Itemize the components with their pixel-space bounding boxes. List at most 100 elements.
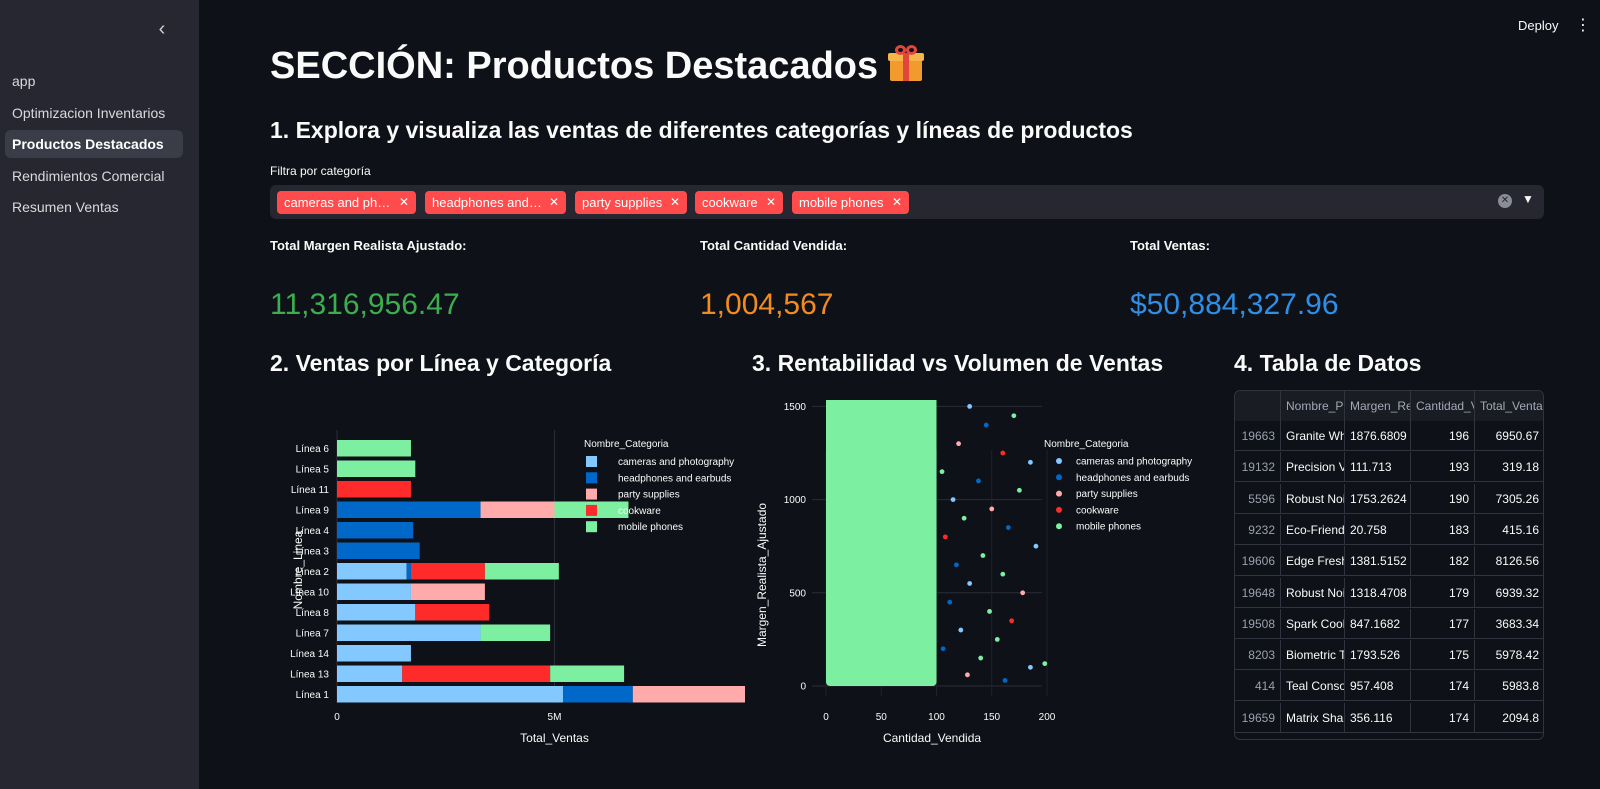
remove-chip-icon[interactable]: ✕ xyxy=(549,191,559,214)
table-cell: Precision Vr xyxy=(1281,452,1345,483)
section-3-heading: 3. Rentabilidad vs Volumen de Ventas xyxy=(752,350,1164,376)
scatter-point xyxy=(976,478,981,484)
bar-segment xyxy=(550,665,625,682)
legend-swatch xyxy=(586,521,597,533)
chip-label: cameras and ph… xyxy=(284,195,391,210)
table-cell: 3683.34 xyxy=(1475,609,1543,639)
table-cell: 6950.67 xyxy=(1475,421,1543,451)
scatter-point xyxy=(983,422,989,428)
sidebar-item-resumen-ventas[interactable]: Resumen Ventas xyxy=(5,193,183,221)
table-cell: 19648 xyxy=(1235,577,1281,608)
x-tick-label: 50 xyxy=(876,712,888,723)
chevron-left-icon[interactable]: ‹ xyxy=(150,18,174,42)
section-4-heading: 4. Tabla de Datos xyxy=(1234,350,1422,376)
table-cell: 2094.8 xyxy=(1475,703,1543,733)
scatter-point xyxy=(958,627,964,633)
bar-segment xyxy=(563,686,633,703)
table-header-cell[interactable]: Total_Venta xyxy=(1475,391,1543,421)
scatter-point xyxy=(1020,590,1026,596)
table-header-cell[interactable]: Cantidad_V xyxy=(1411,391,1475,421)
table-cell: 19659 xyxy=(1235,702,1281,733)
bar-segment xyxy=(337,665,403,682)
sidebar-nav: app Optimizacion Inventarios Productos D… xyxy=(5,67,183,225)
scatter-point xyxy=(961,515,967,521)
more-vertical-icon[interactable]: ⋮ xyxy=(1575,15,1591,35)
table-cell: 174 xyxy=(1411,671,1475,702)
sidebar: ‹ app Optimizacion Inventarios Productos… xyxy=(0,0,199,789)
legend-label: cookware xyxy=(618,506,661,517)
legend-swatch xyxy=(1056,458,1062,464)
scatter-chart[interactable]: 0500100015002000250030003500050100150200… xyxy=(752,400,1222,770)
legend-swatch xyxy=(586,456,597,467)
sidebar-item-app[interactable]: app xyxy=(5,67,183,95)
bar-chart[interactable]: 05M10MLínea 1Línea 13Línea 14Línea 7Líne… xyxy=(270,400,745,770)
category-multiselect[interactable]: cameras and ph… ✕ headphones and… ✕ party … xyxy=(270,185,1544,219)
table-row: 8203 Biometric T 1793.526 175 5978.42 xyxy=(1235,640,1543,671)
table-cell: 1381.5152 xyxy=(1345,546,1411,577)
scatter-point xyxy=(939,469,945,475)
bar-segment xyxy=(410,563,485,580)
scatter-point xyxy=(1028,459,1033,465)
table-cell: 19663 xyxy=(1235,421,1281,451)
legend-label: cameras and photography xyxy=(1076,457,1192,468)
scatter-point xyxy=(950,497,956,502)
bar-segment xyxy=(402,665,551,682)
table-cell: 847.1682 xyxy=(1345,608,1411,639)
scatter-point xyxy=(980,553,986,558)
bar-segment xyxy=(337,501,481,518)
table-header-cell[interactable] xyxy=(1235,391,1281,421)
remove-chip-icon[interactable]: ✕ xyxy=(766,191,776,214)
table-header-cell[interactable]: Margen_Re xyxy=(1345,391,1411,421)
chip-label: mobile phones xyxy=(799,195,884,210)
sidebar-item-rendimientos-comercial[interactable]: Rendimientos Comercial xyxy=(5,162,183,190)
legend-swatch xyxy=(1056,506,1062,513)
bar-segment xyxy=(337,440,411,457)
table-cell: 193 xyxy=(1411,452,1475,483)
data-table[interactable]: Nombre_Pr Margen_Re Cantidad_V Total_Venta 1… xyxy=(1234,390,1544,740)
metric-value-cantidad: 1,004,567 xyxy=(700,288,834,321)
table-cell: 414 xyxy=(1235,671,1281,702)
x-tick-label: 0 xyxy=(334,712,340,723)
table-cell: 175 xyxy=(1411,640,1475,671)
remove-chip-icon[interactable]: ✕ xyxy=(892,191,902,214)
table-header-cell[interactable]: Nombre_Pr xyxy=(1281,391,1345,421)
table-cell: Granite White xyxy=(1281,421,1345,451)
bar-segment xyxy=(484,563,559,580)
metric-label-ventas: Total Ventas: xyxy=(1130,238,1210,253)
remove-chip-icon[interactable]: ✕ xyxy=(399,191,409,214)
table-cell: 177 xyxy=(1411,608,1475,639)
x-axis-label: Total_Ventas xyxy=(520,731,589,745)
legend-title: Nombre_Categoria xyxy=(1044,439,1129,450)
chevron-down-icon[interactable]: ▼ xyxy=(1522,192,1534,206)
legend-swatch xyxy=(586,472,597,484)
scatter-point xyxy=(1011,413,1017,419)
y-tick-label: 0 xyxy=(800,682,806,693)
table-cell: 8203 xyxy=(1235,640,1281,671)
legend-label: headphones and earbuds xyxy=(618,473,731,484)
scatter-dense-cluster xyxy=(826,400,937,686)
filter-chip-party-supplies: party supplies ✕ xyxy=(575,191,687,214)
table-cell: Matrix Shar xyxy=(1281,702,1345,733)
scatter-point xyxy=(965,672,970,678)
metric-value-ventas: $50,884,327.96 xyxy=(1130,288,1339,321)
table-cell: 19606 xyxy=(1235,546,1281,577)
sidebar-item-productos-destacados[interactable]: Productos Destacados xyxy=(5,130,183,158)
remove-chip-icon[interactable]: ✕ xyxy=(670,191,680,214)
scatter-point xyxy=(1002,678,1008,683)
y-tick-label: Línea 9 xyxy=(296,505,330,516)
chip-label: cookware xyxy=(702,195,758,210)
table-cell: Robust Noise xyxy=(1281,483,1345,514)
deploy-button[interactable]: Deploy xyxy=(1518,18,1558,33)
legend-label: party supplies xyxy=(1076,489,1138,500)
scatter-point xyxy=(1005,525,1011,530)
table-cell: 111.713 xyxy=(1345,452,1411,483)
y-axis-label: Margen_Realista_Ajustado xyxy=(755,503,769,647)
sidebar-item-optimizacion-inventarios[interactable]: Optimizacion Inventarios xyxy=(5,99,183,127)
clear-icon[interactable]: ✕ xyxy=(1498,194,1512,208)
metric-label-margen: Total Margen Realista Ajustado: xyxy=(270,238,467,253)
bar-segment xyxy=(480,501,555,518)
legend-label: cameras and photography xyxy=(618,457,734,468)
table-cell: 174 xyxy=(1411,702,1475,733)
table-cell: 5978.42 xyxy=(1475,640,1543,670)
bar-segment xyxy=(337,563,407,580)
